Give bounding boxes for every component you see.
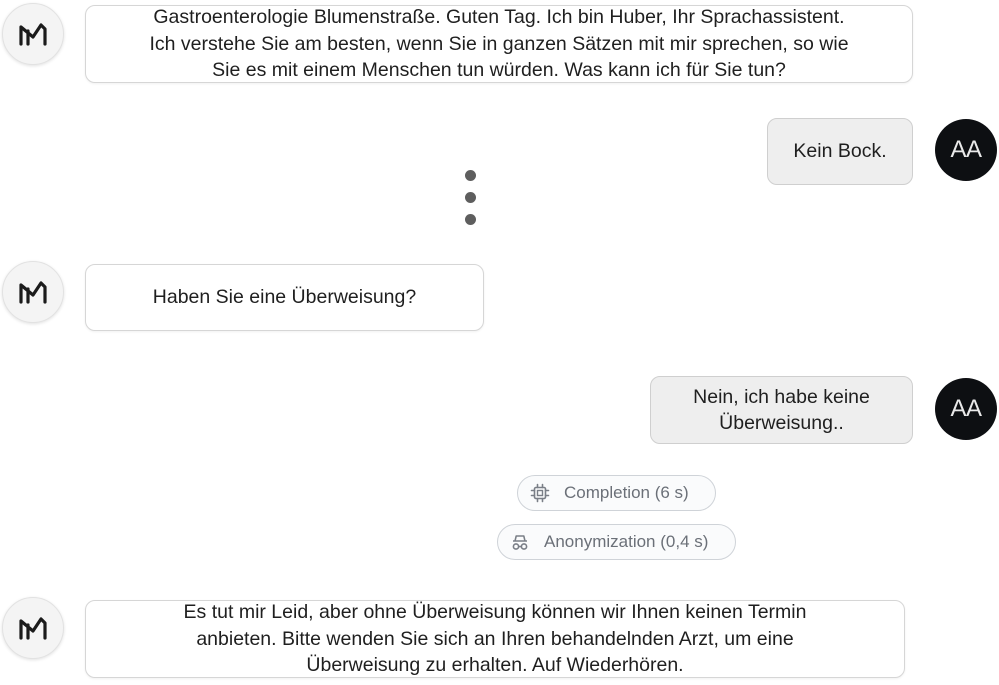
message-line: anbieten. Bitte wenden Sie sich an Ihren… bbox=[196, 627, 794, 650]
cpu-chip-icon bbox=[530, 483, 550, 503]
bot-logo-icon bbox=[19, 23, 47, 46]
bot-message: Gastroenterologie Blumenstraße. Guten Ta… bbox=[85, 5, 913, 83]
message-line: Überweisung.. bbox=[719, 412, 844, 434]
chip-label: Anonymization (0,4 s) bbox=[544, 532, 709, 551]
anonymization-chip[interactable]: Anonymization (0,4 s) bbox=[497, 524, 736, 560]
message-line: Sie es mit einem Menschen tun würden. Wa… bbox=[212, 59, 786, 82]
message-line: Überweisung zu erhalten. Auf Wiederhören… bbox=[306, 654, 684, 677]
message-line: Nein, ich habe keine bbox=[693, 385, 870, 408]
message-line: Es tut mir Leid, aber ohne Überweisung k… bbox=[183, 601, 807, 624]
message-line: Ich verstehe Sie am besten, wenn Sie in … bbox=[149, 32, 849, 55]
user-avatar: AA bbox=[935, 119, 997, 181]
bot-avatar bbox=[2, 597, 64, 659]
bot-logo-icon bbox=[19, 617, 47, 640]
bot-message: Es tut mir Leid, aber ohne Überweisung k… bbox=[85, 600, 905, 678]
message-line: Gastroenterologie Blumenstraße. Guten Ta… bbox=[153, 6, 845, 29]
message-line: Kein Bock. bbox=[793, 140, 887, 163]
ellipsis-dot bbox=[465, 192, 476, 203]
user-message: Kein Bock. bbox=[767, 118, 913, 185]
user-message: Nein, ich habe keine Überweisung.. bbox=[650, 376, 913, 444]
incognito-icon bbox=[510, 532, 530, 552]
bot-avatar bbox=[2, 3, 64, 65]
bot-message: Haben Sie eine Überweisung? bbox=[85, 264, 484, 331]
ellipsis-dot bbox=[465, 170, 476, 181]
chip-label: Completion (6 s) bbox=[564, 483, 689, 502]
bot-logo-icon bbox=[19, 281, 47, 304]
user-avatar: AA bbox=[935, 378, 997, 440]
ellipsis-dot bbox=[465, 214, 476, 225]
completion-chip[interactable]: Completion (6 s) bbox=[517, 475, 716, 511]
vertical-ellipsis-icon[interactable] bbox=[465, 170, 477, 236]
bot-avatar bbox=[2, 261, 64, 323]
message-line: Haben Sie eine Überweisung? bbox=[152, 286, 417, 309]
